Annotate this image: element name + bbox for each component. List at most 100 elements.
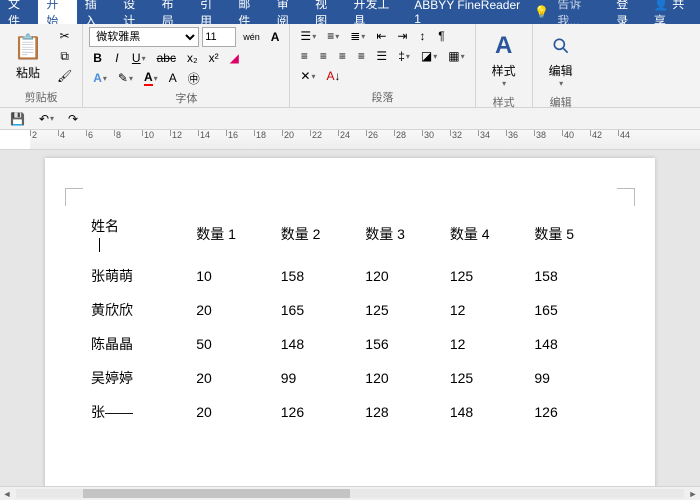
table-cell: 125 xyxy=(446,260,529,292)
scissors-icon: ✂ xyxy=(60,29,70,43)
copy-button[interactable]: ⧉ xyxy=(53,47,76,65)
margin-corner-tl xyxy=(65,188,83,206)
redo-button[interactable]: ↷ xyxy=(64,110,82,128)
table-cell: 黄欣欣 xyxy=(87,294,190,326)
align-center-button[interactable]: ≡ xyxy=(315,47,331,65)
shrink-font-button[interactable]: A xyxy=(267,28,284,46)
table-cell: 126 xyxy=(530,396,613,428)
enclose-button[interactable]: ㊥ xyxy=(184,69,204,87)
italic-button[interactable]: I xyxy=(109,49,125,67)
ruler-tick: 32 xyxy=(450,130,462,136)
borders-button[interactable]: ▦▾ xyxy=(444,47,468,65)
editing-button[interactable]: 编辑▾ xyxy=(539,26,583,92)
table-header: 数量 3 xyxy=(361,210,444,258)
page: 姓名数量 1数量 2数量 3数量 4数量 5 张萌萌10158120125158… xyxy=(45,158,655,486)
ruler-tick: 14 xyxy=(198,130,210,136)
superscript-button[interactable]: x² xyxy=(205,49,223,67)
ruler-tick: 10 xyxy=(142,130,154,136)
horizontal-scrollbar[interactable]: ◄ ► xyxy=(0,486,700,500)
clipboard-icon: 📋 xyxy=(12,32,44,64)
snap-grid-button[interactable]: ✕▾ xyxy=(296,67,319,85)
show-marks-button[interactable]: ¶ xyxy=(433,27,449,45)
char-shading-button[interactable]: A xyxy=(165,69,181,87)
data-table: 姓名数量 1数量 2数量 3数量 4数量 5 张萌萌10158120125158… xyxy=(85,208,615,430)
ruler-tick: 40 xyxy=(562,130,574,136)
undo-button[interactable]: ↶▾ xyxy=(35,110,58,128)
multilevel-button[interactable]: ≣▾ xyxy=(346,27,369,45)
text-effects-button[interactable]: A▾ xyxy=(89,69,111,87)
copy-icon: ⧉ xyxy=(60,49,69,64)
distribute-button[interactable]: ☰ xyxy=(372,47,391,65)
shading-button[interactable]: ◪▾ xyxy=(417,47,441,65)
numbering-button[interactable]: ≡▾ xyxy=(323,27,343,45)
format-painter-button[interactable]: 🖌 xyxy=(53,67,76,85)
table-cell: 20 xyxy=(192,294,275,326)
clipboard-label: 剪贴板 xyxy=(6,87,76,105)
increase-indent-button[interactable]: ⇥ xyxy=(393,27,411,45)
group-styles: A 样式▾ 样式 xyxy=(476,24,533,107)
sort-button[interactable]: ↕ xyxy=(414,27,430,45)
table-cell: 165 xyxy=(277,294,360,326)
para-sort-button[interactable]: A↓ xyxy=(323,67,345,85)
paste-button[interactable]: 📋 粘贴 xyxy=(6,28,50,85)
table-cell: 148 xyxy=(446,396,529,428)
bold-button[interactable]: B xyxy=(89,49,106,67)
ruler-tick: 8 xyxy=(114,130,121,136)
table-row: 张萌萌10158120125158 xyxy=(87,260,613,292)
scroll-left-button[interactable]: ◄ xyxy=(0,487,14,500)
clear-format-button[interactable]: ◢ xyxy=(226,49,243,67)
table-cell: 张—— xyxy=(87,396,190,428)
justify-button[interactable]: ≡ xyxy=(353,47,369,65)
table-cell: 20 xyxy=(192,362,275,394)
grow-font-button[interactable]: wén xyxy=(239,28,264,46)
font-size-input[interactable] xyxy=(202,27,236,47)
table-cell: 158 xyxy=(530,260,613,292)
table-cell: 120 xyxy=(361,260,444,292)
font-color-button[interactable]: A▾ xyxy=(140,69,162,87)
cut-button[interactable]: ✂ xyxy=(53,27,76,45)
scrollbar-thumb[interactable] xyxy=(83,489,350,498)
table-cell: 165 xyxy=(530,294,613,326)
redo-icon: ↷ xyxy=(68,112,78,126)
ruler-tick: 44 xyxy=(618,130,630,136)
undo-icon: ↶ xyxy=(39,112,49,126)
decrease-indent-button[interactable]: ⇤ xyxy=(372,27,390,45)
document-area[interactable]: 姓名数量 1数量 2数量 3数量 4数量 5 张萌萌10158120125158… xyxy=(0,150,700,486)
group-editing: 编辑▾ 编辑 xyxy=(533,24,589,107)
table-cell: 128 xyxy=(361,396,444,428)
ruler-tick: 34 xyxy=(478,130,490,136)
subscript-button[interactable]: x₂ xyxy=(183,49,202,67)
table-cell: 陈晶晶 xyxy=(87,328,190,360)
group-clipboard: 📋 粘贴 ✂ ⧉ 🖌 剪贴板 xyxy=(0,24,83,107)
table-cell: 99 xyxy=(530,362,613,394)
table-header: 数量 5 xyxy=(530,210,613,258)
font-name-select[interactable]: 微软雅黑 xyxy=(89,27,199,47)
table-cell: 125 xyxy=(446,362,529,394)
styles-button[interactable]: A 样式▾ xyxy=(482,26,526,92)
menu-bar: 文件 开始 插入 设计 布局 引用 邮件 审阅 视图 开发工具 ABBYY Fi… xyxy=(0,0,700,24)
ruler-tick: 30 xyxy=(422,130,434,136)
scrollbar-track[interactable] xyxy=(16,489,684,498)
align-right-button[interactable]: ≡ xyxy=(334,47,350,65)
horizontal-ruler[interactable]: 2468101214161820222426283032343638404244 xyxy=(0,130,700,150)
ruler-tick: 4 xyxy=(58,130,65,136)
table-cell: 148 xyxy=(530,328,613,360)
strikethrough-button[interactable]: abc xyxy=(153,49,180,67)
table-header: 数量 1 xyxy=(192,210,275,258)
table-row: 陈晶晶5014815612148 xyxy=(87,328,613,360)
ruler-tick: 22 xyxy=(310,130,322,136)
styles-icon: A xyxy=(488,30,520,62)
brush-icon: 🖌 xyxy=(57,69,72,83)
text-cursor xyxy=(99,238,100,252)
table-cell: 148 xyxy=(277,328,360,360)
bullets-button[interactable]: ☰▾ xyxy=(296,27,320,45)
save-button[interactable]: 💾 xyxy=(6,110,29,128)
align-left-button[interactable]: ≡ xyxy=(296,47,312,65)
font-label: 字体 xyxy=(89,88,283,106)
line-spacing-button[interactable]: ‡▾ xyxy=(394,47,414,65)
scroll-right-button[interactable]: ► xyxy=(686,487,700,500)
underline-button[interactable]: U▾ xyxy=(128,49,150,67)
highlight-button[interactable]: ✎▾ xyxy=(114,69,137,87)
lightbulb-icon: 💡 xyxy=(534,5,549,19)
ruler-tick: 18 xyxy=(254,130,266,136)
